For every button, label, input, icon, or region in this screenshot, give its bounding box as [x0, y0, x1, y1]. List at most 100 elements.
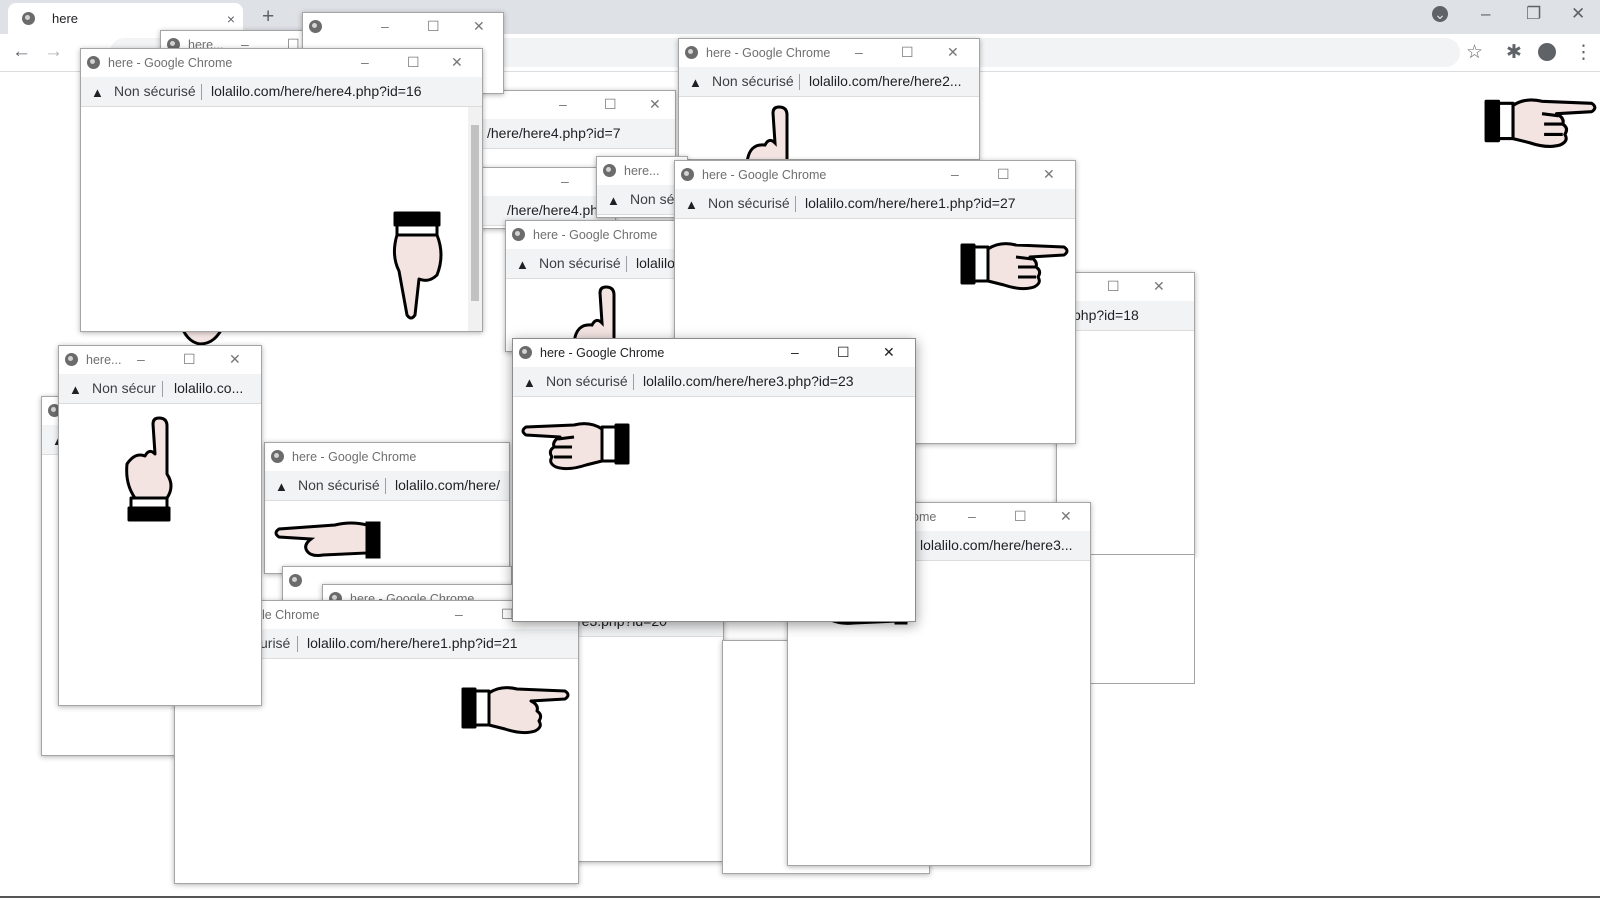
profile-avatar-icon[interactable]	[1538, 43, 1556, 61]
separator	[162, 381, 163, 397]
title-bar: ☐ ✕	[1057, 273, 1194, 301]
restore-button[interactable]: ❐	[1526, 4, 1541, 24]
close-button[interactable]: ✕	[473, 18, 485, 35]
title-bar: here - Google Chrome – ☐ ✕	[679, 39, 979, 67]
address-bar: ▲ Non sécurisé lolalilo.com/here/here3.p…	[513, 367, 915, 397]
window-title: here - Google Chrome	[533, 228, 658, 242]
warning-icon: ▲	[607, 193, 620, 208]
not-secure-label[interactable]: Non sécurisé	[546, 373, 628, 389]
popup-window[interactable]: here... – ☐ ✕ ▲ Non sécur lolalilo.co...	[58, 345, 262, 706]
hand-pointing-up-icon	[125, 416, 173, 522]
warning-icon: ▲	[516, 257, 529, 272]
close-button[interactable]: ✕	[1153, 278, 1165, 295]
url-text[interactable]: lolalilo.com/here/here4.php?id=16	[211, 83, 422, 99]
url-text[interactable]: lolalilo.com/here/here2...	[809, 73, 962, 89]
not-secure-label[interactable]: Non sécurisé	[114, 83, 196, 99]
popup-window[interactable]: here - Google Chrome ▲ Non sécurisé lola…	[505, 220, 687, 352]
maximize-button[interactable]: ☐	[837, 344, 850, 361]
url-text[interactable]: lolalilo.com/here/here1.php?id=21	[307, 635, 518, 651]
close-button[interactable]: ✕	[649, 96, 661, 113]
bookmark-star-icon[interactable]: ☆	[1466, 41, 1483, 64]
address-bar: ▲ Non sécurisé lolalilo.com/here/here2..…	[679, 67, 979, 97]
title-bar: here - Google Chrome	[506, 221, 686, 249]
maximize-button[interactable]: ☐	[427, 18, 440, 35]
address-bar: ▲ Non sécur lolalilo.co...	[59, 374, 261, 404]
separator	[795, 196, 796, 212]
minimize-button[interactable]: –	[361, 54, 369, 70]
close-button[interactable]: ✕	[883, 344, 895, 361]
warning-icon: ▲	[69, 382, 82, 397]
profile-menu-icon[interactable]: ⌄	[1432, 6, 1448, 22]
minimize-button[interactable]: –	[855, 44, 863, 60]
new-tab-button[interactable]: +	[262, 5, 274, 29]
popup-window[interactable]: here - Google Chrome – ☐ ✕ ▲ Non sécuris…	[678, 38, 980, 160]
minimize-button[interactable]: –	[559, 96, 567, 112]
title-bar: here - Google Chrome – ☐ ✕	[513, 339, 915, 367]
title-bar: here... – ☐ ✕	[59, 346, 261, 374]
minimize-button[interactable]: –	[137, 351, 145, 367]
minimize-button[interactable]: –	[951, 166, 959, 182]
url-text[interactable]: lolalilo	[636, 255, 675, 271]
hand-pointing-up-icon	[746, 105, 789, 159]
not-secure-label[interactable]: urisé	[260, 635, 290, 651]
maximize-button[interactable]: ☐	[407, 54, 420, 71]
popup-window-active[interactable]: here - Google Chrome – ☐ ✕ ▲ Non sécuris…	[512, 338, 916, 622]
window-title: here - Google Chrome	[108, 56, 233, 70]
url-text[interactable]: lolalilo.com/here/	[395, 477, 500, 493]
url-text[interactable]: lolalilo.com/here/here3...	[920, 537, 1073, 553]
scrollbar[interactable]	[468, 107, 482, 331]
minimize-button[interactable]: –	[968, 508, 976, 524]
window-title: here...	[624, 164, 660, 178]
url-text[interactable]: lolalilo.co...	[174, 380, 243, 396]
globe-icon	[519, 346, 532, 359]
warning-icon: ▲	[689, 75, 702, 90]
window-title: here - Google Chrome	[540, 346, 665, 360]
popup-window[interactable]: re3.php?id=20	[572, 606, 724, 862]
maximize-button[interactable]: ☐	[183, 351, 196, 368]
window-title: here - Google Chrome	[702, 168, 827, 182]
url-text[interactable]: lolalilo.com/here/here3.php?id=23	[643, 373, 854, 389]
minimize-button[interactable]: –	[455, 606, 463, 622]
close-button[interactable]: ✕	[1043, 166, 1055, 183]
not-secure-label[interactable]: Non sécurisé	[298, 477, 380, 493]
maximize-button[interactable]: ☐	[1107, 278, 1120, 295]
forward-button[interactable]: →	[44, 41, 63, 63]
url-text[interactable]: lolalilo.com/here/here1.php?id=27	[805, 195, 1016, 211]
minimize-button[interactable]: –	[561, 173, 569, 189]
maximize-button[interactable]: ☐	[1014, 508, 1027, 525]
url-text[interactable]: /here/here4.php?id=7	[487, 125, 621, 141]
tab-close-button[interactable]: ×	[227, 11, 235, 27]
close-button[interactable]: ✕	[947, 44, 959, 61]
address-bar: ▲ Non sécurisé lolalilo.com/here/here1.p…	[675, 189, 1075, 219]
window-title: gle Chrome	[255, 608, 320, 622]
not-secure-label[interactable]: Non sé	[630, 191, 674, 207]
not-secure-label[interactable]: Non sécurisé	[712, 73, 794, 89]
not-secure-label[interactable]: Non sécurisé	[708, 195, 790, 211]
title-bar: here - Google Chrome – ☐ ✕	[675, 161, 1075, 189]
popup-window[interactable]: here - Google Chrome – ☐ ✕ ▲ Non sécuris…	[80, 48, 483, 332]
close-button[interactable]: ✕	[229, 351, 241, 368]
close-button[interactable]: ✕	[451, 54, 463, 71]
minimize-button[interactable]: –	[381, 18, 389, 34]
scrollbar-thumb[interactable]	[471, 125, 479, 301]
popup-window[interactable]: here - Google Chrome ▲ Non sécurisé lola…	[264, 442, 510, 574]
chrome-menu-button[interactable]: ⋮	[1574, 41, 1593, 64]
maximize-button[interactable]: ☐	[997, 166, 1010, 183]
maximize-button[interactable]: ☐	[604, 96, 617, 113]
separator	[385, 478, 386, 494]
minimize-button[interactable]: –	[791, 344, 799, 360]
not-secure-label[interactable]: Non sécur	[92, 380, 156, 396]
globe-icon	[512, 228, 525, 241]
separator	[626, 256, 627, 272]
maximize-button[interactable]: ☐	[901, 44, 914, 61]
extensions-icon[interactable]: ✱	[1506, 41, 1522, 64]
globe-icon	[65, 353, 78, 366]
warning-icon: ▲	[91, 85, 104, 100]
back-button[interactable]: ←	[12, 41, 31, 63]
url-text[interactable]: php?id=18	[1073, 307, 1139, 323]
hand-pointing-up-icon	[572, 285, 616, 343]
close-button[interactable]: ✕	[1060, 508, 1072, 525]
close-window-button[interactable]: ✕	[1571, 4, 1585, 24]
minimize-button[interactable]: –	[1481, 4, 1490, 24]
not-secure-label[interactable]: Non sécurisé	[539, 255, 621, 271]
